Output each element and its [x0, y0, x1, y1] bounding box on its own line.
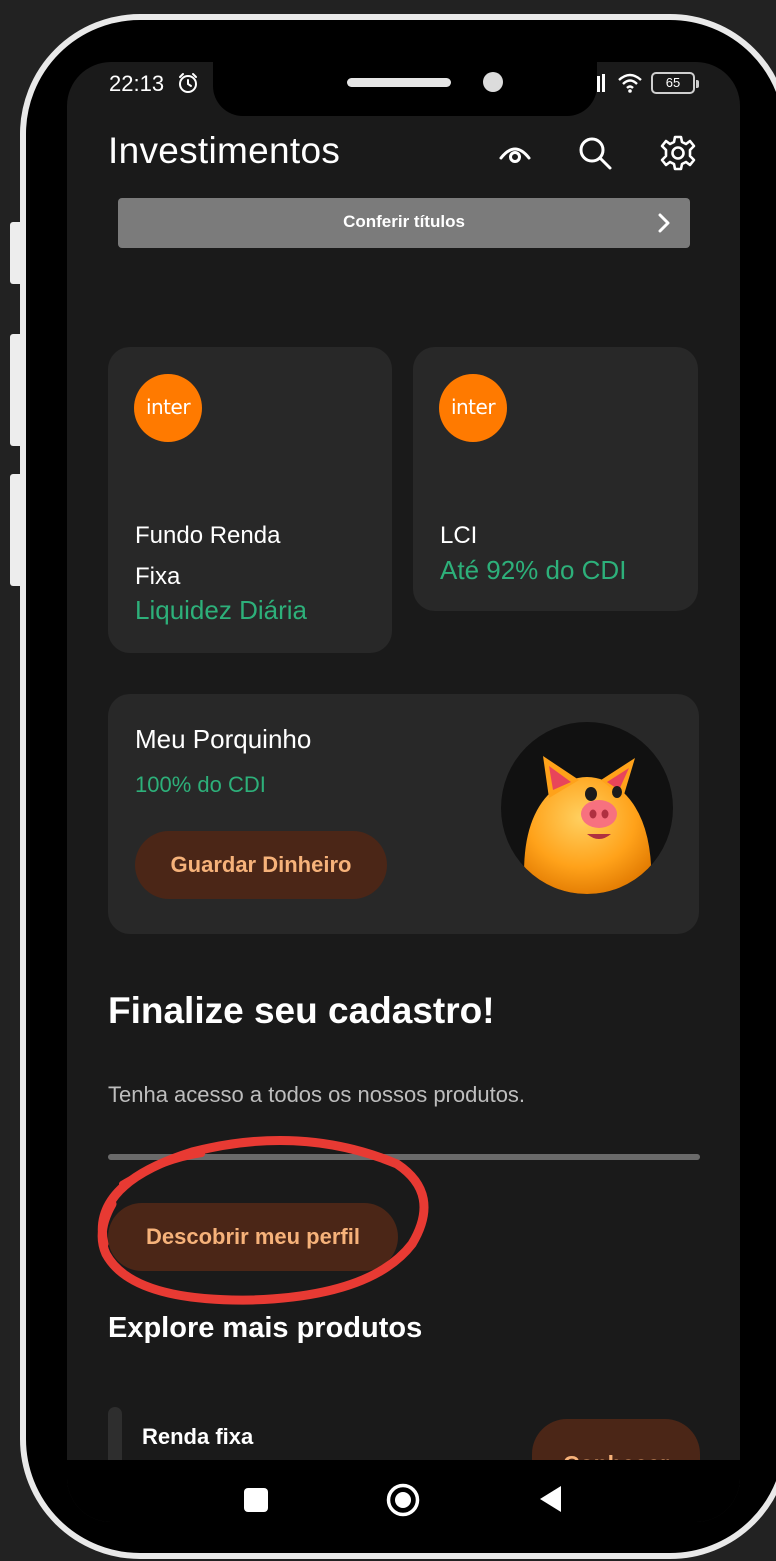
camera-notch [213, 62, 597, 116]
pig-illustration [524, 756, 652, 894]
product-card-fundo-renda-fixa[interactable]: inter Fundo Renda Fixa Liquidez Diária [108, 347, 392, 653]
gear-icon[interactable] [659, 134, 697, 172]
eye-icon[interactable] [496, 134, 534, 172]
conferir-titulos-banner[interactable]: Conferir títulos [118, 198, 690, 248]
inter-logo: inter [134, 374, 202, 442]
inter-logo: inter [439, 374, 507, 442]
porquinho-title: Meu Porquinho [135, 724, 312, 754]
front-camera [483, 72, 503, 92]
earpiece-speaker [347, 78, 451, 87]
alarm-icon [179, 73, 197, 93]
status-time: 22:13 [109, 71, 165, 96]
chevron-right-icon [658, 213, 670, 233]
app-screen: 22:13 65 Investimentos Conferir títulos … [67, 62, 740, 1522]
meu-porquinho-card: Meu Porquinho 100% do CDI Guardar Dinhei… [108, 694, 699, 934]
nav-back-icon[interactable] [537, 1484, 563, 1514]
descobrir-meu-perfil-button[interactable]: Descobrir meu perfil [108, 1203, 398, 1271]
renda-fixa-label: Renda fixa [142, 1424, 254, 1449]
product-name: LCI [440, 522, 478, 549]
cadastro-progress-bar [108, 1154, 700, 1160]
cadastro-progress-fill [108, 1154, 700, 1160]
signal-icon [597, 74, 605, 92]
android-nav-bar [67, 1460, 740, 1522]
guardar-dinheiro-button[interactable]: Guardar Dinheiro [135, 831, 387, 899]
battery-icon: 65 [651, 72, 699, 94]
banner-label: Conferir títulos [343, 212, 465, 231]
nav-home-icon[interactable] [385, 1482, 421, 1518]
product-highlight: Até 92% do CDI [440, 555, 627, 585]
nav-recents-icon[interactable] [244, 1488, 268, 1512]
phone-volume-down-button [10, 474, 20, 586]
page-title: Investimentos [108, 130, 341, 171]
finalize-cadastro-title: Finalize seu cadastro! [108, 990, 495, 1031]
phone-volume-up-button [10, 334, 20, 446]
porquinho-rate: 100% do CDI [135, 772, 266, 797]
finalize-cadastro-description: Tenha acesso a todos os nossos produtos. [108, 1082, 526, 1107]
product-highlight: Liquidez Diária [135, 595, 307, 625]
status-bar: 22:13 65 [67, 62, 740, 116]
renda-fixa-indicator [108, 1407, 122, 1467]
product-name: Fundo Renda Fixa [135, 522, 281, 590]
explore-produtos-title: Explore mais produtos [108, 1312, 423, 1344]
wifi-icon [618, 73, 642, 93]
product-card-lci[interactable]: inter LCI Até 92% do CDI [413, 347, 698, 611]
phone-side-button-top [10, 222, 20, 284]
piggy-mascot-image [501, 722, 673, 894]
search-icon[interactable] [576, 134, 614, 172]
